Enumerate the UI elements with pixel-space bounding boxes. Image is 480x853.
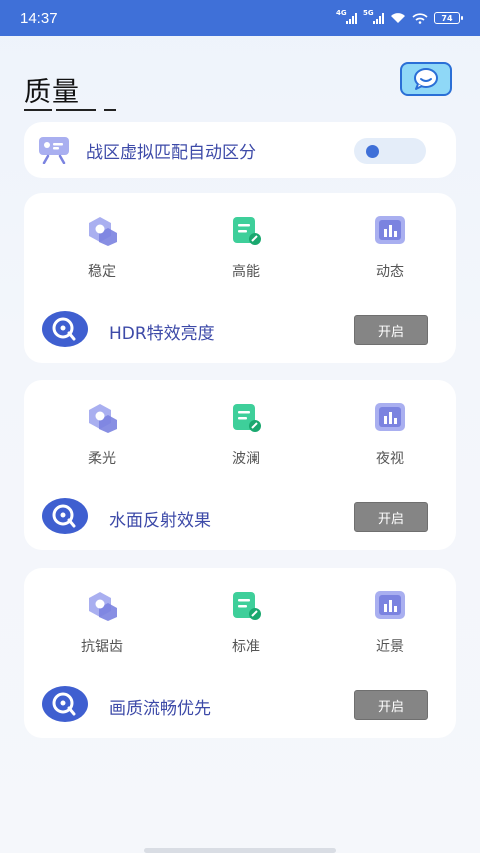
note-edit-icon — [230, 215, 262, 247]
auto-match-toggle[interactable] — [354, 138, 426, 164]
feature-label: 水面反射效果 — [109, 511, 211, 531]
option-label: 标准 — [232, 639, 260, 655]
hexagon-icon — [86, 402, 118, 434]
option-waves[interactable]: 波澜 — [201, 402, 291, 468]
network-5g-label: 5G — [363, 9, 374, 17]
option-night-vision[interactable]: 夜视 — [345, 402, 435, 468]
bar-chart-icon — [374, 215, 406, 247]
status-bar: 14:37 4G 5G 74 — [0, 0, 480, 36]
option-label: 柔光 — [88, 451, 116, 467]
auto-match-label: 战区虚拟匹配自动区分 — [86, 142, 256, 163]
option-label: 夜视 — [376, 451, 404, 467]
feature-row-hdr: HDR特效亮度 开启 — [42, 311, 438, 351]
toggle-knob — [366, 145, 379, 158]
compass-icon — [42, 311, 88, 347]
option-label: 高能 — [232, 264, 260, 280]
title-underline — [24, 109, 116, 111]
auto-match-card: 战区虚拟匹配自动区分 — [24, 122, 456, 178]
compass-icon — [42, 686, 88, 722]
signal-5g-icon: 5G — [363, 9, 384, 24]
option-label: 动态 — [376, 264, 404, 280]
hexagon-icon — [86, 590, 118, 622]
group-card-3: 抗锯齿 标准 近景 画质流畅优先 开启 — [24, 568, 456, 738]
option-close-range[interactable]: 近景 — [345, 590, 435, 656]
enable-water-button[interactable]: 开启 — [354, 502, 428, 532]
option-label: 波澜 — [232, 451, 260, 467]
option-stable[interactable]: 稳定 — [57, 215, 147, 281]
page-title: 质量 — [24, 77, 80, 108]
signal-4g-icon: 4G — [336, 9, 357, 24]
status-icons: 4G 5G 74 — [336, 9, 463, 24]
option-high-energy[interactable]: 高能 — [201, 215, 291, 281]
battery-level: 74 — [441, 13, 453, 23]
option-soft-light[interactable]: 柔光 — [57, 402, 147, 468]
feature-label: 画质流畅优先 — [109, 699, 211, 719]
feature-row-smooth: 画质流畅优先 开启 — [42, 686, 438, 726]
option-dynamic[interactable]: 动态 — [345, 215, 435, 281]
group-card-2: 柔光 波澜 夜视 水面反射效果 开启 — [24, 380, 456, 550]
presentation-icon — [39, 137, 69, 164]
compass-icon — [42, 498, 88, 534]
feature-row-water: 水面反射效果 开启 — [42, 498, 438, 538]
wifi-icon — [390, 12, 406, 24]
option-antialias[interactable]: 抗锯齿 — [57, 590, 147, 656]
option-label: 稳定 — [88, 264, 116, 280]
hotspot-icon — [412, 12, 428, 24]
network-4g-label: 4G — [336, 9, 347, 17]
group-card-1: 稳定 高能 动态 HDR特效亮度 开启 — [24, 193, 456, 363]
bar-chart-icon — [374, 402, 406, 434]
chat-bubble-icon — [414, 68, 438, 90]
enable-hdr-button[interactable]: 开启 — [354, 315, 428, 345]
feature-label: HDR特效亮度 — [109, 324, 215, 344]
home-indicator[interactable] — [144, 848, 336, 853]
battery-icon: 74 — [434, 12, 463, 24]
option-standard[interactable]: 标准 — [201, 590, 291, 656]
note-edit-icon — [230, 402, 262, 434]
enable-smooth-button[interactable]: 开启 — [354, 690, 428, 720]
status-time: 14:37 — [20, 9, 58, 27]
note-edit-icon — [230, 590, 262, 622]
chat-button[interactable] — [400, 62, 452, 96]
bar-chart-icon — [374, 590, 406, 622]
option-label: 近景 — [376, 639, 404, 655]
option-label: 抗锯齿 — [81, 639, 123, 655]
hexagon-icon — [86, 215, 118, 247]
